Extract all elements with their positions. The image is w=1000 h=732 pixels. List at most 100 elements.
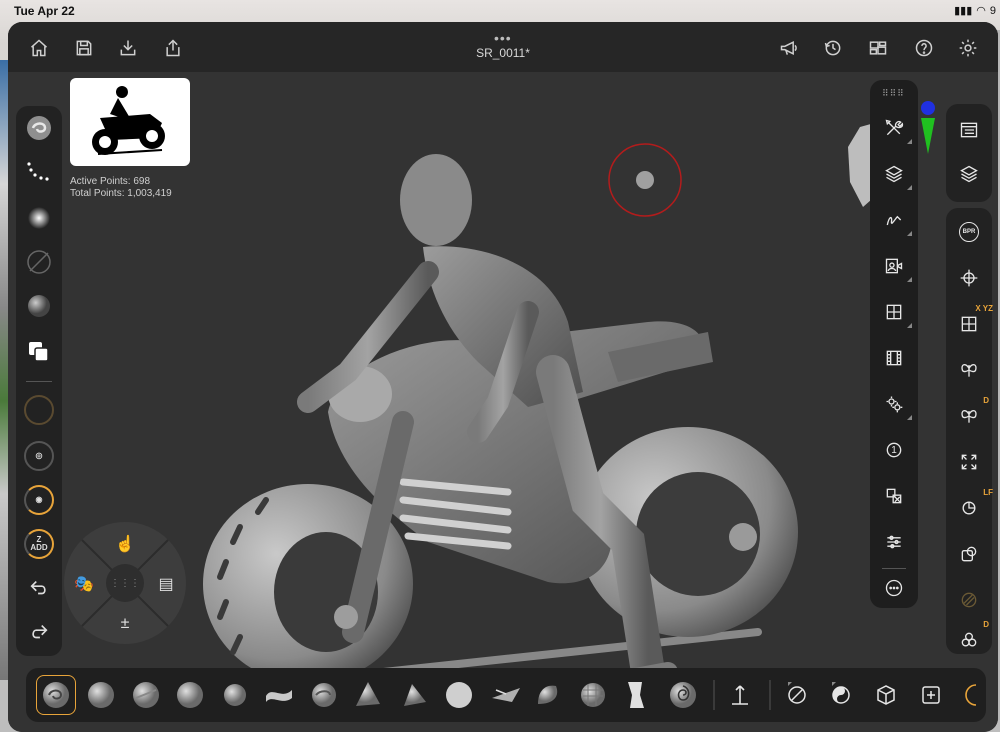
hand-gesture-icon[interactable]: ☝ [113,532,137,556]
undo-button[interactable] [23,572,55,604]
tools-button[interactable] [880,114,912,144]
home-button[interactable] [27,36,51,60]
squiggle-icon [886,215,902,226]
bpr-label: BPR [959,222,979,242]
layers-stack-button[interactable] [955,160,983,188]
layers-button[interactable] [880,160,912,190]
axis-grid-icon [961,316,977,332]
face-mask-toggle[interactable] [922,686,940,704]
left-toolbar-divider [26,381,52,382]
inflate-brush[interactable] [224,684,246,706]
standard-brush[interactable] [133,682,159,708]
material-button[interactable] [23,290,55,322]
gizmo-z-axis[interactable] [921,101,935,115]
wrench-screwdriver-icon [885,119,904,136]
expand-corner [907,185,912,190]
panel-grip-icon[interactable]: ⠿⠿⠿ [882,88,905,99]
symmetry-axis-button[interactable]: X YZ [955,304,993,338]
share-button[interactable] [161,36,185,60]
zadd-label: Z ADD [24,529,54,559]
crease-brush[interactable] [312,683,336,707]
moon-toggle[interactable] [965,684,977,706]
window-grabber[interactable]: ••• [494,30,512,46]
intensity-slider[interactable]: ◉ [23,484,55,516]
dynamic-symmetry-button[interactable]: D [955,396,989,430]
total-points: Total Points: 1,003,419 [70,188,172,199]
flatten-brush[interactable] [404,684,426,706]
gears-icon [886,396,903,413]
merge-button[interactable] [955,540,983,568]
redo-icon [32,624,48,639]
film-button[interactable] [880,344,908,372]
dyna-mesh-button[interactable]: D [955,620,989,654]
focal-shift-slider[interactable]: ◎ [23,440,55,472]
announcements-button[interactable] [777,36,801,60]
redo-button[interactable] [23,616,55,648]
planar-brush[interactable] [581,683,605,707]
polish-brush[interactable] [446,682,472,708]
dam-standard-brush[interactable] [266,690,292,702]
reference-thumbnail[interactable] [70,78,190,166]
quick-radial-menu[interactable]: ☝ 🎭 ▤ ± ⋮⋮⋮ [64,522,186,644]
document-title: SR_0011* [476,46,530,60]
import-button[interactable] [116,36,140,60]
adjust-sliders-button[interactable] [880,528,908,556]
clay-buildup-brush[interactable] [88,682,114,708]
clay-brush[interactable] [43,682,69,708]
texture-button[interactable] [23,246,55,278]
save-button[interactable] [72,36,96,60]
spiral-brush[interactable] [670,682,696,708]
smooth-brush[interactable] [177,682,203,708]
frame-button[interactable] [955,448,983,476]
clay-brush-icon [27,116,51,140]
card-menu-icon[interactable]: ▤ [154,572,178,596]
draw-size-ring [24,395,54,425]
rear-axle [729,523,757,551]
cellular-icon: ▮▮▮ [954,5,973,17]
symmetry-button[interactable] [955,356,983,384]
top-toolbar: ••• SR_0011* [8,22,998,72]
zadd-toggle[interactable]: Z ADD [23,528,55,560]
masks-icon[interactable]: 🎭 [72,572,96,596]
local-frame-button[interactable]: LF [955,488,993,522]
help-button[interactable] [912,36,936,60]
grid-button[interactable] [880,298,912,328]
yin-yang-toggle[interactable] [832,682,850,704]
single-view-button[interactable]: 1 [880,436,908,464]
gizmo-y-axis[interactable] [921,118,935,154]
history-button[interactable] [821,36,845,60]
color-button[interactable] [23,336,55,368]
layout-button[interactable] [866,36,890,60]
polypaint-button[interactable] [955,586,983,614]
preferences-button[interactable] [880,390,912,420]
striped-sphere-icon [961,592,977,608]
radial-center-grip[interactable]: ⋮⋮⋮ [106,564,144,602]
gizmo-move-tool[interactable] [732,685,748,705]
focus-button[interactable] [955,264,983,292]
draw-size-slider[interactable] [23,394,55,426]
stroke-settings-button[interactable] [880,206,912,236]
plus-minus-icon[interactable]: ± [113,612,137,636]
wireframe-cube-toggle[interactable] [877,685,895,705]
snake-hook-brush[interactable] [538,685,558,704]
scene-camera-button[interactable] [880,252,912,282]
help-icon [915,39,933,57]
stroke-dots-icon [27,162,49,181]
stroke-button[interactable] [23,156,55,188]
megaphone-icon [780,40,797,56]
mask-brush[interactable] [628,682,644,708]
move-brush[interactable] [492,688,520,702]
point-stats: Active Points: 698 Total Points: 1,003,4… [70,176,172,200]
alpha-button[interactable] [23,202,55,234]
pinch-brush[interactable] [356,682,380,706]
material-toggle[interactable] [788,682,806,704]
left-toolbar: ◎ ◉ Z ADD [16,106,62,656]
more-button[interactable] [880,574,908,602]
color-swatch-icon [29,342,49,362]
settings-button[interactable] [956,36,980,60]
bpr-button[interactable]: BPR [955,218,983,246]
focal-shift-ring: ◎ [24,441,54,471]
menu-list-button[interactable] [955,116,983,144]
brush-preset-button[interactable] [23,112,55,144]
transform-button[interactable] [880,482,908,510]
